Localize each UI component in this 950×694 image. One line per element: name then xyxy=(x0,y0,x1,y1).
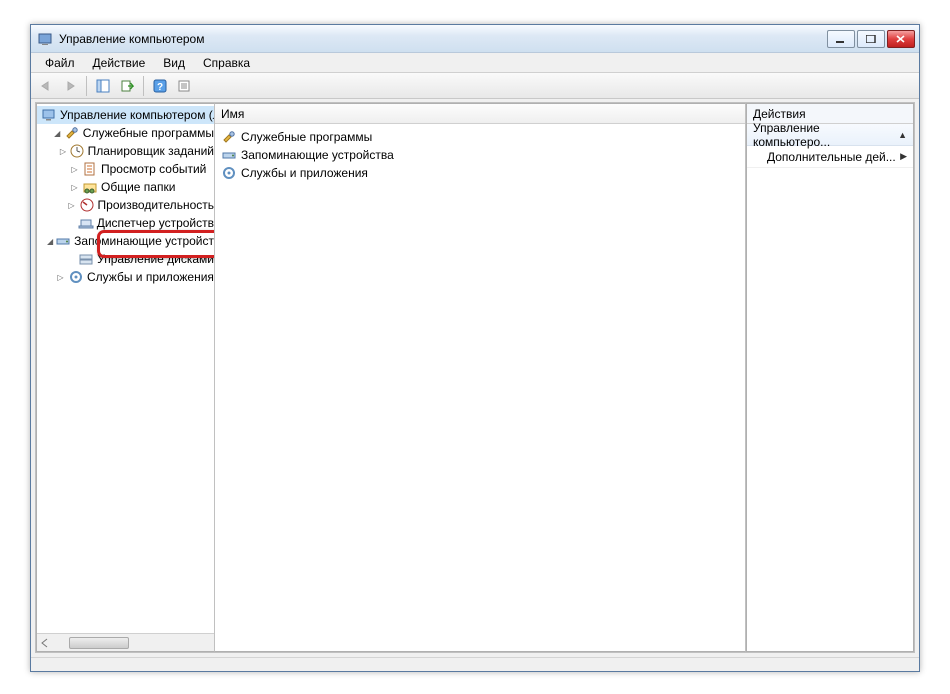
tree[interactable]: Управление компьютером (л ◢ Служебные пр… xyxy=(37,104,214,651)
expander-icon[interactable]: ▷ xyxy=(67,200,77,211)
close-button[interactable] xyxy=(887,30,915,48)
spacer xyxy=(66,218,76,229)
window-title: Управление компьютером xyxy=(59,32,827,46)
horizontal-scrollbar[interactable] xyxy=(37,633,214,651)
toolbar-separator xyxy=(86,76,87,96)
tree-label: Производительность xyxy=(98,198,214,212)
minimize-button[interactable] xyxy=(827,30,855,48)
maximize-button[interactable] xyxy=(857,30,885,48)
window-buttons xyxy=(827,30,915,48)
tree-group-storage[interactable]: ◢ Запоминающие устройст xyxy=(37,232,214,250)
tree-group-services[interactable]: ▷ Службы и приложения xyxy=(37,268,214,286)
expander-icon[interactable]: ▷ xyxy=(69,164,80,175)
tree-label: Планировщик заданий xyxy=(88,144,214,158)
services-icon xyxy=(221,165,237,181)
tree-label: Просмотр событий xyxy=(101,162,206,176)
action-item-more[interactable]: Дополнительные дей... ▶ xyxy=(747,146,913,168)
properties-button[interactable] xyxy=(173,75,195,97)
tree-item-devicemgr[interactable]: Диспетчер устройств xyxy=(37,214,214,232)
tree-panel: Управление компьютером (л ◢ Служебные пр… xyxy=(36,103,214,652)
tree-item-scheduler[interactable]: ▷ Планировщик заданий xyxy=(37,142,214,160)
help-button[interactable]: ? xyxy=(149,75,171,97)
svg-text:?: ? xyxy=(157,82,163,93)
list-panel: Имя Служебные программы Запоминающие уст… xyxy=(214,103,746,652)
scroll-left-icon[interactable] xyxy=(39,637,51,649)
event-icon xyxy=(82,161,98,177)
tree-item-diskmgmt[interactable]: Управление дисками xyxy=(37,250,214,268)
tree-label: Запоминающие устройст xyxy=(74,234,214,248)
nav-back-button[interactable] xyxy=(35,75,57,97)
storage-icon xyxy=(55,233,71,249)
expander-icon[interactable]: ◢ xyxy=(53,128,62,139)
list-item-label: Службы и приложения xyxy=(241,166,368,180)
tree-root-label: Управление компьютером (л xyxy=(60,108,214,122)
export-list-button[interactable] xyxy=(116,75,138,97)
actions-panel: Действия Управление компьютеро... ▲ Допо… xyxy=(746,103,914,652)
disk-icon xyxy=(78,251,94,267)
tree-label: Диспетчер устройств xyxy=(97,216,214,230)
scrollbar-thumb[interactable] xyxy=(69,637,129,649)
actions-header-label: Действия xyxy=(753,107,806,121)
storage-icon xyxy=(221,147,237,163)
status-strip xyxy=(31,657,919,671)
tree-item-performance[interactable]: ▷ Производительность xyxy=(37,196,214,214)
services-icon xyxy=(68,269,84,285)
clock-icon xyxy=(69,143,85,159)
expander-icon[interactable]: ▷ xyxy=(59,146,66,157)
shared-folder-icon xyxy=(82,179,98,195)
tree-item-eventviewer[interactable]: ▷ Просмотр событий xyxy=(37,160,214,178)
content-area: Управление компьютером (л ◢ Служебные пр… xyxy=(35,102,915,653)
chevron-right-icon: ▶ xyxy=(900,151,907,162)
list-item[interactable]: Служебные программы xyxy=(215,128,745,146)
tree-group-utilities[interactable]: ◢ Служебные программы xyxy=(37,124,214,142)
toolbar-separator xyxy=(143,76,144,96)
list-item[interactable]: Запоминающие устройства xyxy=(215,146,745,164)
app-icon xyxy=(37,31,53,47)
computer-icon xyxy=(41,107,57,123)
list-view[interactable]: Служебные программы Запоминающие устройс… xyxy=(215,124,745,186)
collapse-icon[interactable]: ▲ xyxy=(898,130,907,140)
menu-view[interactable]: Вид xyxy=(155,55,193,71)
expander-icon[interactable]: ▷ xyxy=(55,272,66,283)
column-header-label: Имя xyxy=(221,107,244,121)
action-group-label: Управление компьютеро... xyxy=(753,121,898,149)
action-item-label: Дополнительные дей... xyxy=(767,150,896,164)
menu-action[interactable]: Действие xyxy=(85,55,154,71)
nav-forward-button[interactable] xyxy=(59,75,81,97)
expander-icon[interactable]: ◢ xyxy=(47,236,53,247)
menu-help[interactable]: Справка xyxy=(195,55,258,71)
tree-label: Служебные программы xyxy=(83,126,214,140)
list-item[interactable]: Службы и приложения xyxy=(215,164,745,182)
app-window: Управление компьютером Файл Действие Вид… xyxy=(30,24,920,672)
show-hide-tree-button[interactable] xyxy=(92,75,114,97)
tree-item-sharedfolders[interactable]: ▷ Общие папки xyxy=(37,178,214,196)
column-header-name[interactable]: Имя xyxy=(215,104,745,124)
tree-label: Службы и приложения xyxy=(87,270,214,284)
menubar: Файл Действие Вид Справка xyxy=(31,53,919,73)
spacer xyxy=(66,254,76,265)
list-item-label: Служебные программы xyxy=(241,130,372,144)
tools-icon xyxy=(221,129,237,145)
expander-icon[interactable]: ▷ xyxy=(69,182,80,193)
list-item-label: Запоминающие устройства xyxy=(241,148,394,162)
actions-body: Управление компьютеро... ▲ Дополнительны… xyxy=(747,124,913,651)
perf-icon xyxy=(79,197,95,213)
menu-file[interactable]: Файл xyxy=(37,55,83,71)
action-group[interactable]: Управление компьютеро... ▲ xyxy=(747,124,913,146)
tree-label: Общие папки xyxy=(101,180,175,194)
tree-root[interactable]: Управление компьютером (л xyxy=(37,106,214,124)
tree-label: Управление дисками xyxy=(97,252,214,266)
tools-icon xyxy=(64,125,80,141)
titlebar[interactable]: Управление компьютером xyxy=(31,25,919,53)
toolbar: ? xyxy=(31,73,919,99)
device-icon xyxy=(78,215,94,231)
